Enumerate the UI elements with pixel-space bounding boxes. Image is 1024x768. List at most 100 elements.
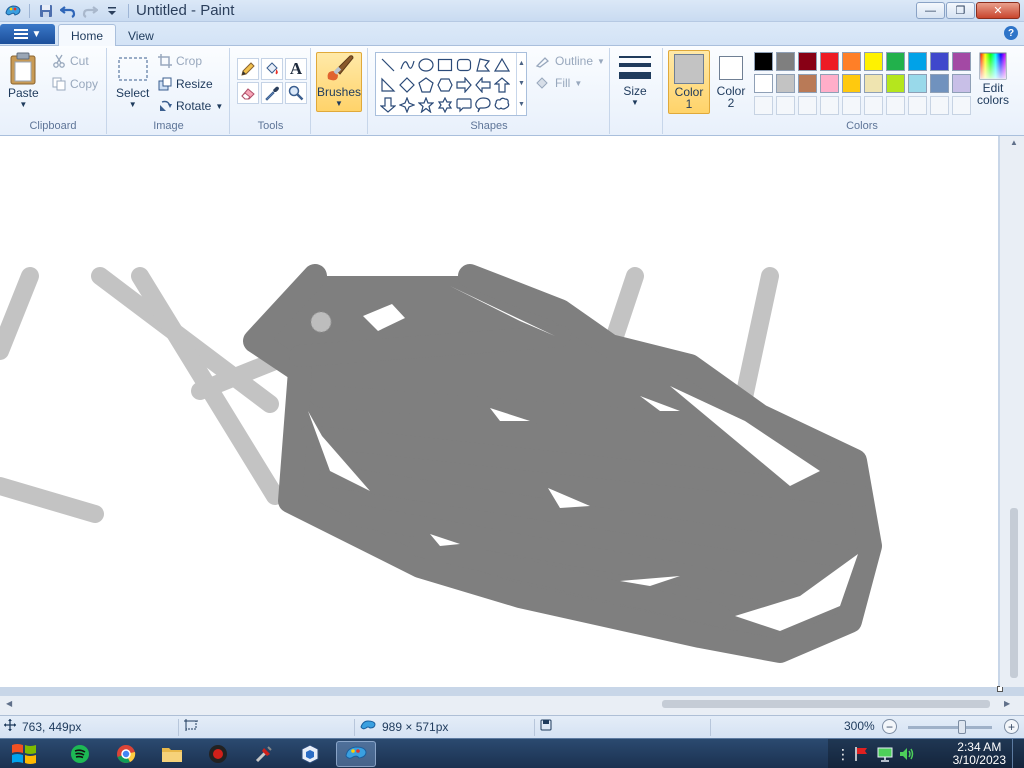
custom-color-slot[interactable] [886,96,905,115]
redo-icon[interactable] [81,2,99,20]
custom-color-slot[interactable] [754,96,773,115]
color-1-button[interactable]: Color 1 [668,50,710,114]
palette-swatch[interactable] [776,74,795,93]
right-arrow-shape-icon[interactable] [454,75,473,95]
size-button[interactable]: Size ▼ [618,54,652,107]
undo-icon[interactable] [59,2,77,20]
palette-swatch[interactable] [776,52,795,71]
drawing-canvas[interactable] [0,136,998,687]
palette-swatch[interactable] [798,52,817,71]
palette-swatch[interactable] [886,74,905,93]
scroll-right-icon[interactable]: ▶ [1004,699,1010,708]
spotify-icon[interactable] [60,741,100,767]
paint-app-icon[interactable] [4,2,22,20]
action-center-flag-icon[interactable] [854,746,870,765]
media-player-icon[interactable] [198,741,238,767]
start-button[interactable] [4,740,44,768]
custom-color-slot[interactable] [930,96,949,115]
help-icon[interactable]: ? [1004,26,1018,40]
custom-color-slot[interactable] [798,96,817,115]
zoom-slider-thumb[interactable] [958,720,966,734]
brushes-button[interactable]: Brushes ▼ [316,52,362,112]
select-button[interactable]: Select ▼ [116,56,149,109]
color-picker-icon[interactable] [261,82,283,104]
custom-color-slot[interactable] [776,96,795,115]
pentagon-shape-icon[interactable] [416,75,435,95]
tab-home[interactable]: Home [58,24,117,47]
zoom-in-button[interactable]: + [1004,719,1019,734]
scroll-up-icon[interactable]: ▲ [1010,138,1018,147]
palette-swatch[interactable] [820,74,839,93]
palette-swatch[interactable] [754,74,773,93]
curve-shape-icon[interactable] [397,55,416,75]
minimize-button[interactable]: — [916,2,945,19]
four-point-star-shape-icon[interactable] [397,95,416,115]
save-icon[interactable] [37,2,55,20]
scroll-down-icon[interactable]: ▼ [518,80,525,87]
paint-taskbar-icon[interactable] [336,741,376,767]
custom-color-slot[interactable] [864,96,883,115]
zoom-out-button[interactable]: − [882,719,897,734]
palette-swatch[interactable] [842,74,861,93]
copy-button[interactable]: Copy [52,77,98,91]
expand-gallery-icon[interactable]: ▼ [518,101,525,108]
five-point-star-shape-icon[interactable] [416,95,435,115]
scroll-up-icon[interactable]: ▲ [518,60,525,67]
fill-button[interactable]: Fill ▼ [535,76,582,90]
magnifier-icon[interactable] [285,82,307,104]
rotate-button[interactable]: Rotate ▼ [158,99,223,113]
volume-icon[interactable] [898,746,916,765]
diamond-shape-icon[interactable] [397,75,416,95]
pencil-icon[interactable] [237,58,259,80]
right-triangle-shape-icon[interactable] [378,75,397,95]
zoom-slider[interactable] [908,720,992,734]
custom-color-slot[interactable] [908,96,927,115]
custom-color-slot[interactable] [820,96,839,115]
file-explorer-icon[interactable] [152,741,192,767]
up-arrow-shape-icon[interactable] [492,75,511,95]
cut-button[interactable]: Cut [52,54,89,68]
horizontal-scrollbar[interactable]: ◀ ▶ [0,696,1024,715]
tools-icon[interactable] [244,741,284,767]
palette-swatch[interactable] [930,74,949,93]
oval-callout-shape-icon[interactable] [473,95,492,115]
shapes-scrollbar[interactable]: ▲ ▼ ▼ [516,53,526,115]
hexagon-shape-icon[interactable] [435,75,454,95]
six-point-star-shape-icon[interactable] [435,95,454,115]
fill-icon[interactable] [261,58,283,80]
palette-swatch[interactable] [930,52,949,71]
tray-overflow-icon[interactable]: ⋮ [836,746,850,763]
triangle-shape-icon[interactable] [492,55,511,75]
oval-shape-icon[interactable] [416,55,435,75]
color-2-button[interactable]: Color 2 [713,52,749,116]
line-shape-icon[interactable] [378,55,397,75]
outline-button[interactable]: Outline ▼ [535,54,605,68]
palette-swatch[interactable] [952,52,971,71]
palette-swatch[interactable] [820,52,839,71]
palette-swatch[interactable] [908,52,927,71]
custom-color-slot[interactable] [952,96,971,115]
edit-colors-button[interactable]: Edit colors [974,52,1012,116]
palette-swatch[interactable] [952,74,971,93]
eraser-icon[interactable] [237,82,259,104]
horizontal-scroll-thumb[interactable] [662,700,990,708]
paste-button[interactable]: Paste ▼ [8,52,39,109]
polygon-shape-icon[interactable] [473,55,492,75]
network-icon[interactable] [876,746,894,765]
palette-swatch[interactable] [754,52,773,71]
rounded-rectangle-shape-icon[interactable] [454,55,473,75]
taskbar-clock[interactable]: 2:34 AM 3/10/2023 [953,741,1006,767]
tab-view[interactable]: View [116,24,166,47]
text-icon[interactable]: A [285,58,307,80]
customize-qat-icon[interactable] [103,2,121,20]
rectangle-shape-icon[interactable] [435,55,454,75]
custom-color-slot[interactable] [842,96,861,115]
vertical-scroll-thumb[interactable] [1010,508,1018,678]
cloud-callout-shape-icon[interactable] [492,95,511,115]
left-arrow-shape-icon[interactable] [473,75,492,95]
palette-swatch[interactable] [886,52,905,71]
vertical-scrollbar[interactable]: ▲ [1000,136,1024,687]
paint-menu-button[interactable]: ▼ [0,24,55,44]
rounded-callout-shape-icon[interactable] [454,95,473,115]
resize-button[interactable]: Resize [158,77,213,91]
